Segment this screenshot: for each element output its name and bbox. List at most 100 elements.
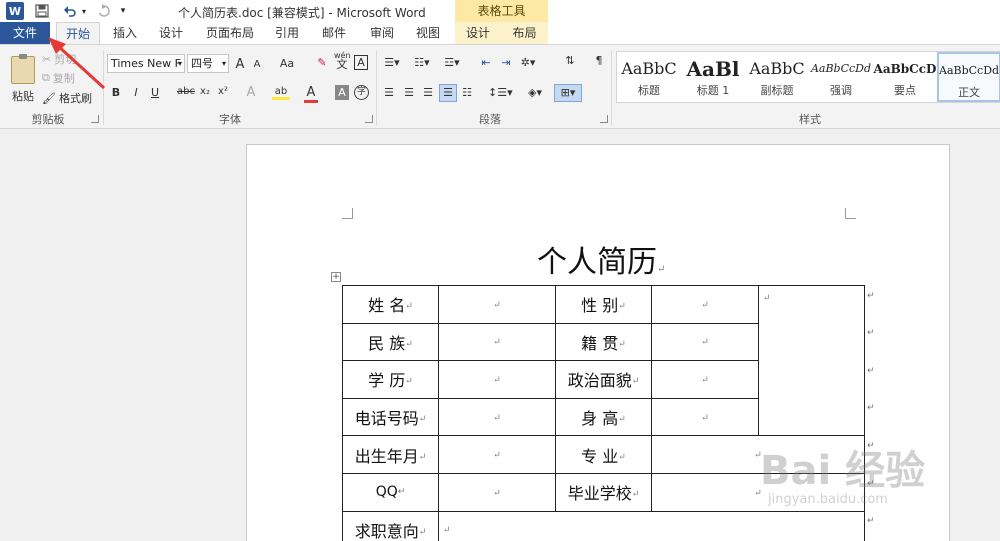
table-cell[interactable]: 求职意向↵ [342,510,439,541]
table-cell[interactable]: ↵ [438,510,865,541]
align-left-icon[interactable]: ☰ [382,86,396,99]
align-center-icon[interactable]: ☰ [402,86,416,99]
superscript-button[interactable]: x² [216,86,230,97]
table-cell[interactable]: ↵ [438,322,556,362]
table-cell[interactable]: 籍 贯↵ [555,322,652,362]
table-cell[interactable]: ↵ [651,397,759,437]
customize-quick-access-icon[interactable]: ▾ [118,2,128,20]
tab-review[interactable]: 审阅 [360,22,404,44]
enclose-characters-button[interactable]: 字 [354,85,369,100]
style-normal[interactable]: AaBbCcDd 正文 [937,52,1000,102]
table-cell[interactable]: ↵ [438,472,556,512]
style-strong[interactable]: AaBbCcD 要点 [873,52,937,102]
table-cell[interactable]: QQ↵ [342,472,439,512]
tab-file[interactable]: 文件 [0,22,50,44]
font-color-button[interactable]: A [304,85,318,103]
paste-button[interactable]: 粘贴 [6,51,40,109]
shrink-font-button[interactable]: A [251,59,263,70]
shading-icon[interactable]: ◈▾ [524,86,546,99]
align-right-icon[interactable]: ☰ [421,86,435,99]
subscript-button[interactable]: x₂ [198,86,212,97]
table-cell[interactable]: ↵ [651,285,759,324]
table-cell[interactable]: 性 别↵ [555,285,652,324]
style-name: 标题 [638,84,660,97]
cell-mark: ↵ [701,375,709,386]
undo-dropdown-icon[interactable]: ▾ [80,2,88,20]
distributed-icon[interactable]: ☷ [460,86,474,99]
bullets-icon[interactable]: ☰▾ [382,56,402,69]
photo-cell[interactable]: ↵ [758,284,865,437]
style-title[interactable]: AaBbC 标题 [617,52,681,102]
table-cell[interactable]: ↵ [438,285,556,324]
change-case-button[interactable]: Aa [276,57,298,70]
tab-insert[interactable]: 插入 [104,22,146,44]
redo-icon[interactable] [96,2,112,20]
word-app-icon[interactable]: W [6,2,24,20]
justify-icon[interactable]: ☰ [439,84,457,102]
underline-button[interactable]: U [149,86,161,99]
table-cell[interactable]: 政治面貌↵ [555,360,652,399]
tab-design[interactable]: 设计 [150,22,192,44]
table-move-handle-icon[interactable]: + [331,272,341,282]
style-heading-1[interactable]: AaBl 标题 1 [681,52,745,102]
increase-indent-icon[interactable]: ⇥ [498,56,514,69]
bold-button[interactable]: B [110,86,122,99]
style-name: 强调 [830,84,852,97]
font-size-combobox[interactable]: 四号 ▾ [187,54,229,73]
table-cell[interactable]: ↵ [438,397,556,437]
document-heading[interactable]: 个人简历↵ [537,237,665,281]
clipboard-launcher-icon[interactable] [91,115,99,123]
clear-formatting-icon[interactable]: ✎ [315,56,329,69]
cut-button[interactable]: ✂ 剪切 [42,50,76,68]
table-cell[interactable]: ↵ [651,360,759,399]
chinese-layout-icon[interactable]: ✲▾ [520,56,536,69]
format-painter-button[interactable]: 🖌 格式刷 [42,89,92,107]
style-emphasis[interactable]: AaBbCcDd 强调 [809,52,873,102]
table-cell[interactable]: ↵ [438,360,556,399]
tab-page-layout[interactable]: 页面布局 [198,22,262,44]
borders-icon[interactable]: ⊞▾ [554,84,582,102]
line-spacing-icon[interactable]: ↕☰▾ [488,86,513,99]
text-effects-button[interactable]: A [244,85,258,100]
strikethrough-button[interactable]: abc [176,86,196,97]
tab-table-design[interactable]: 设计 [455,22,501,44]
tab-references[interactable]: 引用 [266,22,308,44]
table-cell[interactable]: ↵ [438,435,556,474]
font-launcher-icon[interactable] [365,115,373,123]
paragraph-launcher-icon[interactable] [600,115,608,123]
cell-label: 求职意向 [354,521,419,541]
show-marks-icon[interactable]: ¶ [592,54,606,67]
style-subtitle[interactable]: AaBbC 副标题 [745,52,809,102]
sort-icon[interactable]: ⇅ [562,54,578,67]
multilevel-list-icon[interactable]: ☲▾ [442,56,462,69]
format-painter-label: 格式刷 [58,92,92,105]
character-shading-button[interactable]: A [335,85,349,100]
tab-table-layout[interactable]: 布局 [501,22,548,44]
italic-button[interactable]: I [130,86,142,99]
cell-mark: ↵ [701,300,709,311]
table-cell[interactable]: 身 高↵ [555,397,652,437]
decrease-indent-icon[interactable]: ⇤ [478,56,494,69]
copy-button[interactable]: ⧉ 复制 [42,69,75,87]
font-size-value: 四号 [191,57,213,70]
undo-icon[interactable] [62,2,78,20]
table-cell[interactable]: 专 业↵ [555,435,652,474]
cell-mark: ↵ [618,452,626,463]
table-cell[interactable]: 姓 名↵ [342,285,439,324]
table-cell[interactable]: 出生年月↵ [342,435,439,474]
table-cell[interactable]: 学 历↵ [342,360,439,399]
grow-font-button[interactable]: A [233,57,247,72]
table-cell[interactable]: ↵ [651,322,759,362]
character-border-button[interactable]: A [354,55,368,70]
table-cell[interactable]: 民 族↵ [342,322,439,362]
phonetic-guide-button[interactable]: wén 文 [334,51,351,70]
font-name-combobox[interactable]: Times New F ▾ [107,54,185,73]
tab-view[interactable]: 视图 [408,22,448,44]
table-cell[interactable]: 毕业学校↵ [555,472,652,512]
save-icon[interactable] [34,2,50,20]
highlight-button[interactable]: ab [272,86,290,100]
tab-mailings[interactable]: 邮件 [312,22,356,44]
tab-home[interactable]: 开始 [56,22,100,44]
table-cell[interactable]: 电话号码↵ [342,397,439,437]
numbering-icon[interactable]: ☷▾ [412,56,432,69]
